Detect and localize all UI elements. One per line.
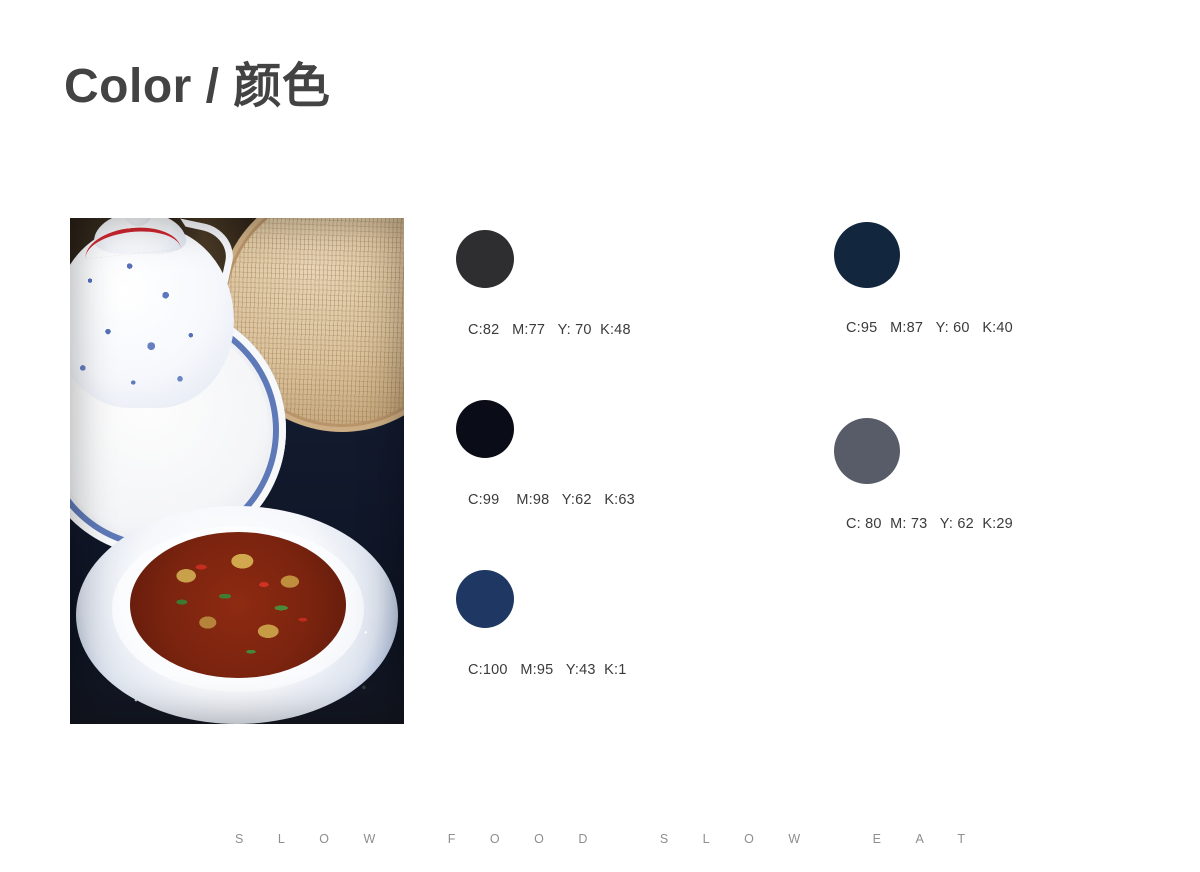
slow-food-dish-photo xyxy=(70,218,404,724)
swatch-label-near-black-navy: C:99 M:98 Y:62 K:63 xyxy=(468,492,635,508)
swatch-dot-charcoal xyxy=(456,230,514,288)
color-swatch-near-black-navy[interactable]: C:99 M:98 Y:62 K:63 xyxy=(456,400,635,570)
page-title: Color / 颜色 xyxy=(64,60,331,113)
swatch-label-dark-navy: C:95 M:87 Y: 60 K:40 xyxy=(846,320,1013,336)
swatch-dot-dark-navy xyxy=(834,222,900,288)
color-swatch-slate-gray[interactable]: C: 80 M: 73 Y: 62 K:29 xyxy=(834,418,1013,614)
swatch-dot-near-black-navy xyxy=(456,400,514,458)
swatch-label-navy-blue: C:100 M:95 Y:43 K:1 xyxy=(468,662,627,678)
swatch-dot-navy-blue xyxy=(456,570,514,628)
photo-vignette xyxy=(70,218,404,724)
swatch-label-charcoal: C:82 M:77 Y: 70 K:48 xyxy=(468,322,631,338)
color-swatch-navy-blue[interactable]: C:100 M:95 Y:43 K:1 xyxy=(456,570,626,740)
color-swatch-charcoal[interactable]: C:82 M:77 Y: 70 K:48 xyxy=(456,230,631,400)
swatch-label-slate-gray: C: 80 M: 73 Y: 62 K:29 xyxy=(846,516,1013,532)
footer-tagline: SLOW FOOD SLOW EAT xyxy=(234,832,1000,846)
palette-column-right: C:95 M:87 Y: 60 K:40 C: 80 M: 73 Y: 62 K… xyxy=(834,222,1013,614)
swatch-dot-slate-gray xyxy=(834,418,900,484)
palette-column-left: C:82 M:77 Y: 70 K:48 C:99 M:98 Y:62 K:63… xyxy=(456,230,635,740)
color-swatch-dark-navy[interactable]: C:95 M:87 Y: 60 K:40 xyxy=(834,222,1013,418)
